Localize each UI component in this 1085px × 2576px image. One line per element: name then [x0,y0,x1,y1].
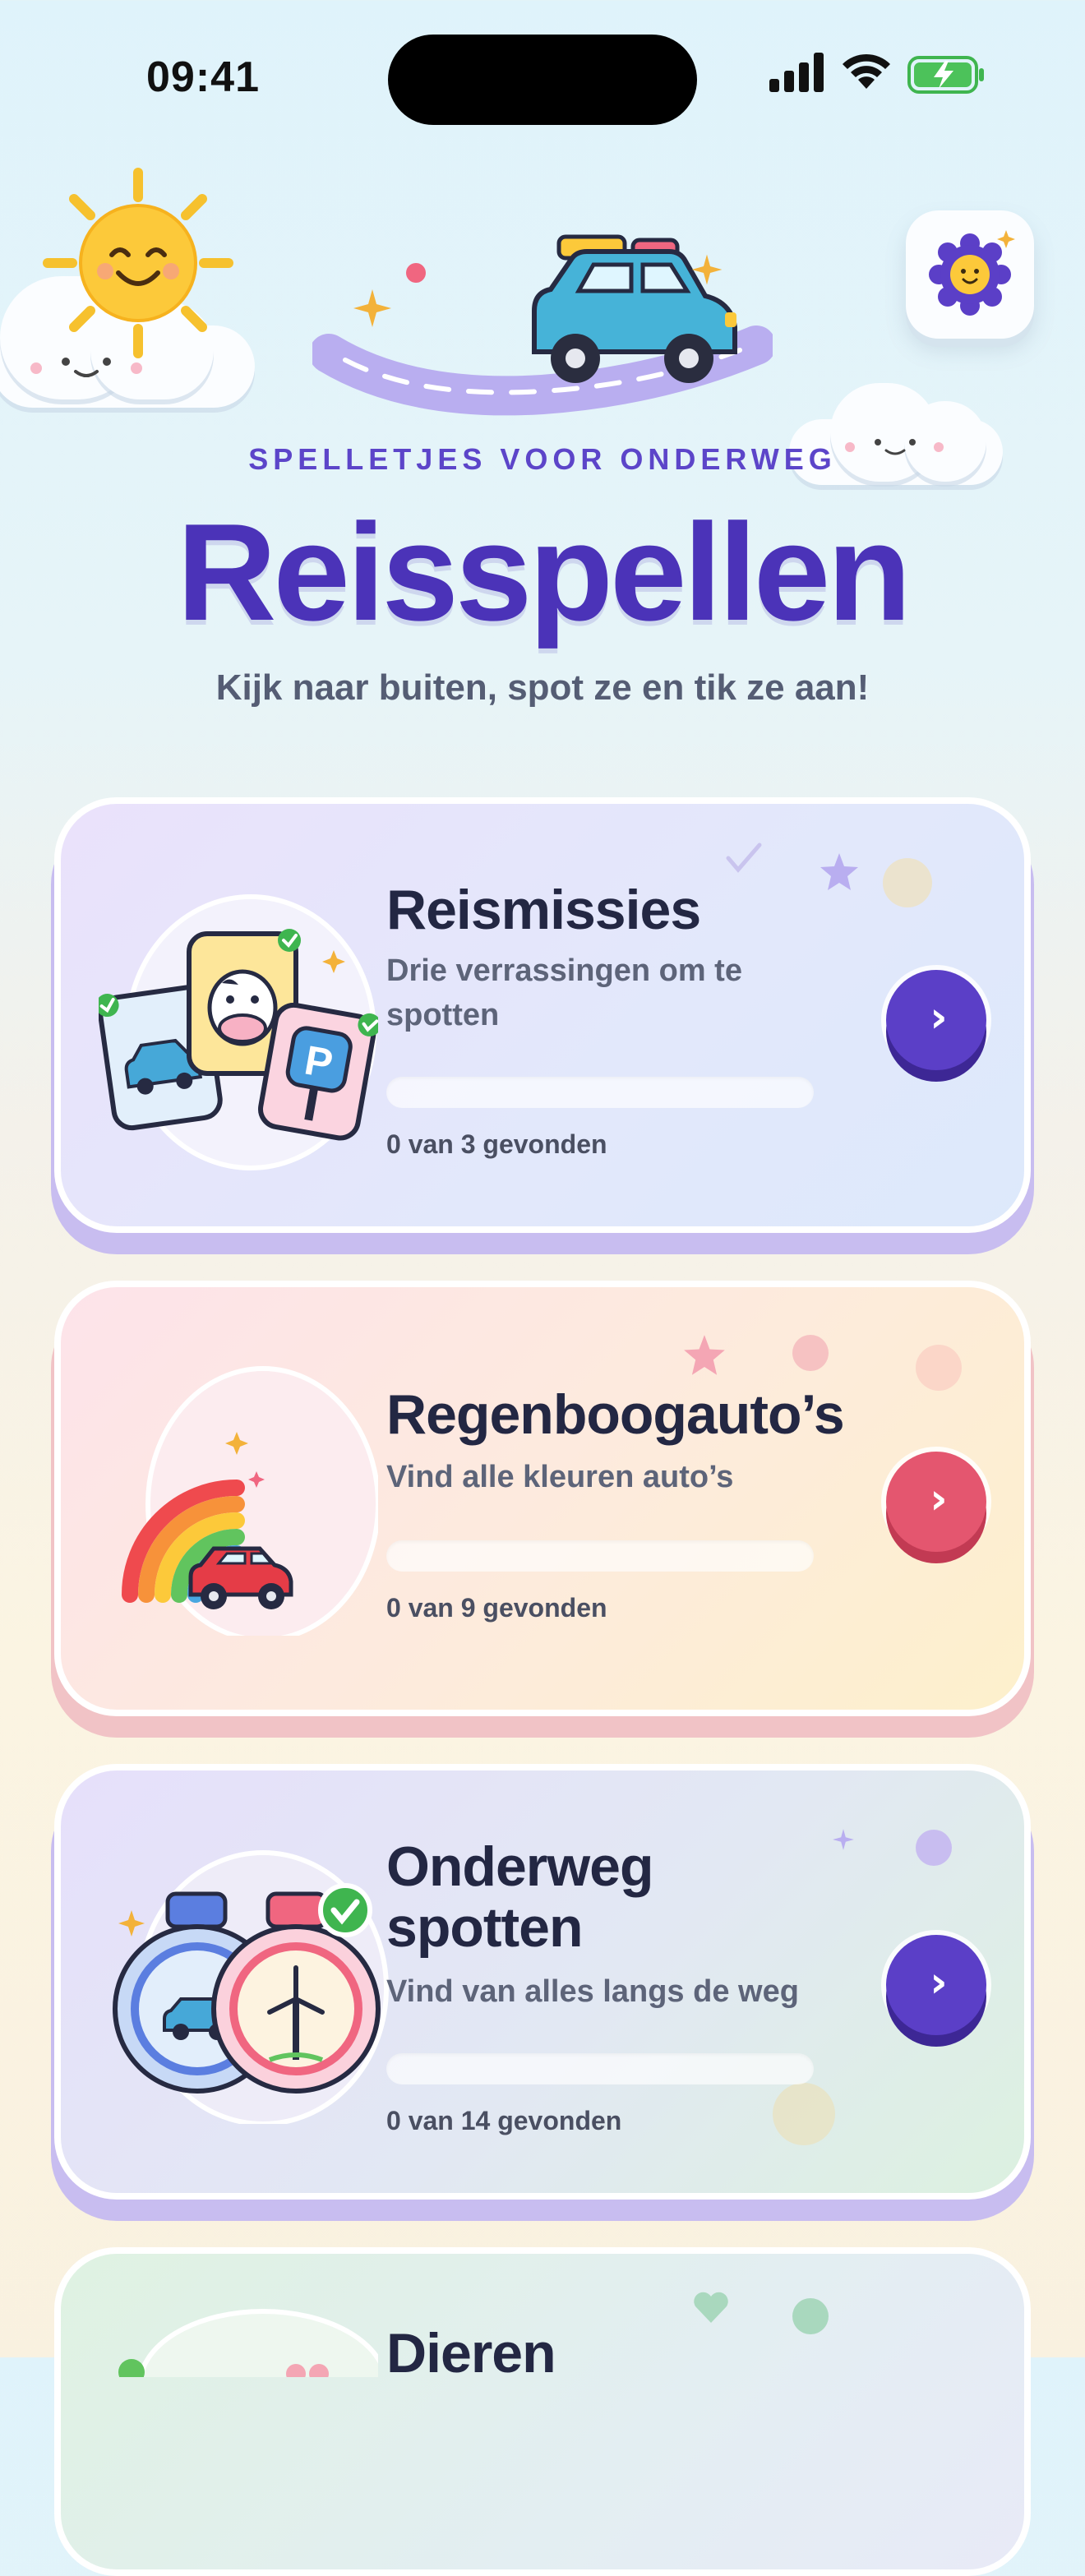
card-title: Regenboogauto’s [386,1383,845,1446]
battery-charging-icon [907,56,984,94]
open-game-button[interactable]: › [886,1935,986,2035]
decor-dot [792,2298,829,2334]
progress-bar [386,1540,814,1572]
card-title: Reismissies [386,879,701,941]
card-title: Dieren [386,2322,556,2384]
card-description: Drie verrassingen om te spotten [386,953,742,1032]
star-icon [820,853,858,890]
wifi-icon [843,53,890,89]
check-decor-icon [726,843,762,873]
open-game-button[interactable]: › [886,1452,986,1552]
status-time: 09:41 [146,53,260,101]
header-eyebrow: SPELLETJES VOOR ONDERWEG [248,442,837,476]
card-description: Vind alle kleuren auto’s [386,1460,734,1494]
dynamic-island [388,35,697,125]
page-title: Reisspellen [177,495,912,649]
progress-text: 0 van 9 gevonden [386,1593,607,1623]
decor-dot [792,1335,829,1371]
cellular-signal-icon [769,53,824,92]
game-card-onderweg-spotten[interactable]: Onderweg spotten Vind van alles langs de… [54,1764,1031,2200]
chevron-right-icon: › [930,1958,948,2007]
decor-dot [773,2083,835,2145]
car-icon [532,234,737,383]
open-game-button[interactable]: › [886,970,986,1070]
gear-face-icon [929,230,1015,316]
card-title: Onderweg spotten [386,1836,653,1958]
page-subtitle: Kijk naar buiten, spot ze en tik ze aan! [215,667,870,708]
animals-icon [118,2309,378,2377]
star-icon [684,1335,725,1375]
mission-cards-icon: P [99,894,378,1170]
card-title-line: Onderweg [386,1835,653,1898]
decor-dot [916,1830,952,1866]
decor-dot [916,1345,962,1391]
game-card-dieren[interactable]: Dieren [54,2247,1031,2576]
settings-button[interactable] [906,210,1034,339]
progress-bar [386,1077,814,1108]
card-description: Vind van alles langs de weg [386,1974,799,2009]
progress-text: 0 van 14 gevonden [386,2106,622,2135]
game-card-regenboogautos[interactable]: Regenboogauto’s Vind alle kleuren auto’s… [54,1281,1031,1716]
sun-icon [43,168,233,358]
progress-text: 0 van 3 gevonden [386,1129,607,1159]
heart-icon [694,2292,728,2323]
rainbow-car-icon [122,1366,378,1636]
chevron-right-icon: › [930,993,948,1042]
road-spot-badges-icon [113,1850,389,2124]
decor-dot [883,858,932,907]
game-card-reismissies[interactable]: P Reismissies Drie verrassingen om te sp… [54,797,1031,1233]
card-title-line: spotten [386,1896,584,1959]
progress-bar [386,2053,814,2084]
sparkle-icon [691,254,723,285]
chevron-right-icon: › [930,1475,948,1524]
sparkle-icon [353,289,391,327]
sparkle-icon [833,1829,854,1850]
